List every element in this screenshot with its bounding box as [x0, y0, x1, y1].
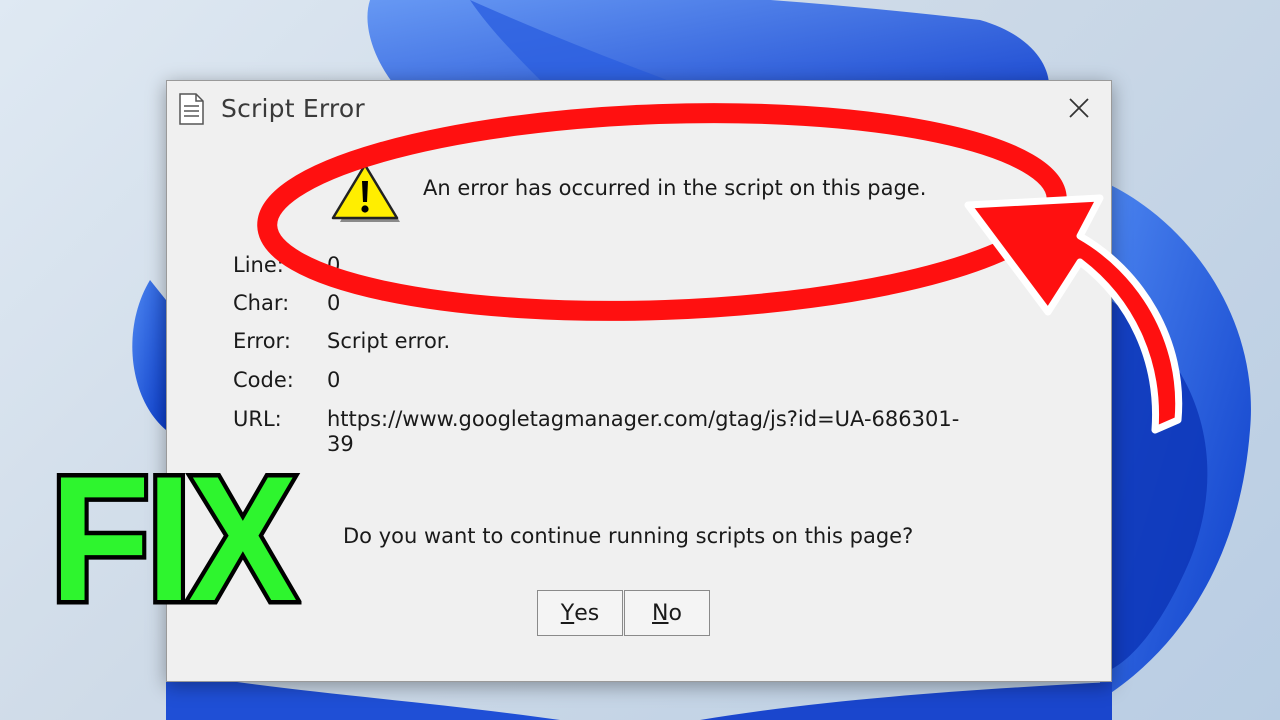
- char-value: 0: [327, 291, 341, 315]
- url-value: https://www.googletagmanager.com/gtag/js…: [327, 407, 960, 456]
- close-icon: [1069, 98, 1089, 118]
- yes-button[interactable]: Yes: [537, 590, 623, 636]
- no-button[interactable]: No: [624, 590, 710, 636]
- error-label: Error:: [233, 329, 291, 353]
- error-message: An error has occurred in the script on t…: [423, 176, 927, 200]
- dialog-title: Script Error: [221, 94, 365, 123]
- warning-icon: [331, 163, 400, 222]
- yes-accelerator: Y: [560, 600, 575, 626]
- url-label: URL:: [233, 407, 282, 431]
- line-label: Line:: [233, 253, 284, 277]
- continue-question: Do you want to continue running scripts …: [343, 524, 914, 548]
- yes-label-rest: es: [574, 600, 600, 626]
- code-label: Code:: [233, 368, 294, 392]
- fix-overlay-text: FIX: [46, 439, 302, 638]
- script-error-dialog: Script Error An error has occurred in th…: [166, 80, 1112, 682]
- document-icon: [179, 93, 204, 125]
- error-value: Script error.: [327, 329, 451, 353]
- code-value: 0: [327, 368, 341, 392]
- no-label-rest: o: [668, 600, 682, 626]
- line-value: 0: [327, 253, 341, 277]
- close-button[interactable]: [1057, 89, 1101, 127]
- char-label: Char:: [233, 291, 290, 315]
- no-accelerator: N: [652, 600, 669, 626]
